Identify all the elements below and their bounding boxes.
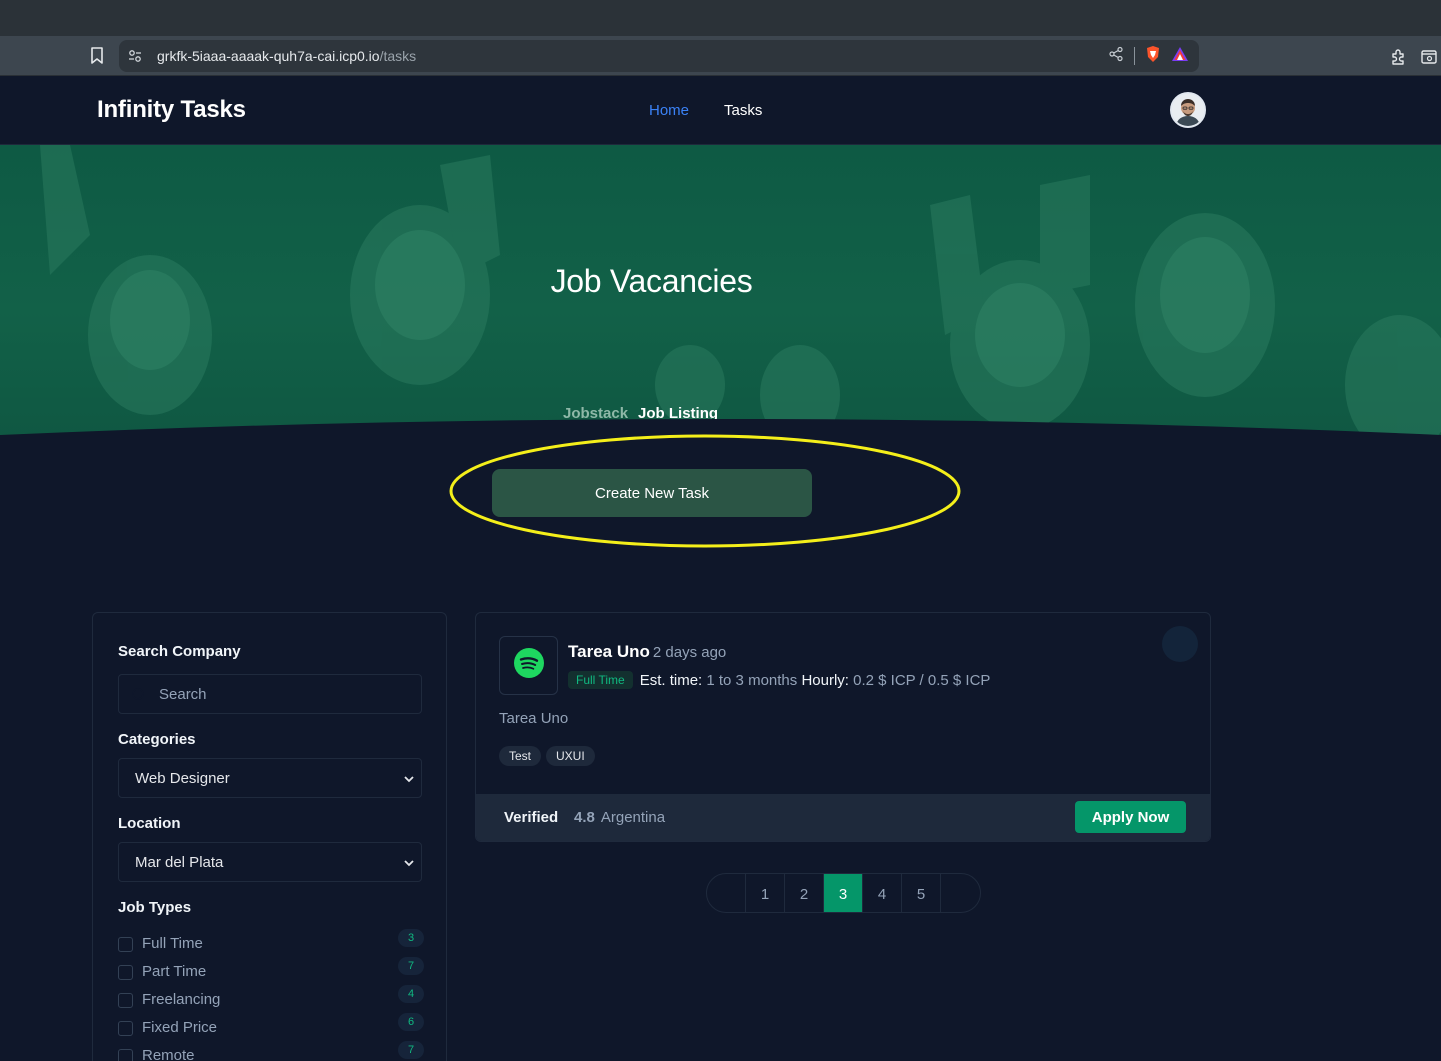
- job-type-checkbox[interactable]: [118, 965, 133, 980]
- chevron-down-icon: [403, 772, 415, 790]
- est-time-label: Est. time:: [639, 671, 703, 689]
- job-description: Tarea Uno: [499, 710, 569, 727]
- categories-label: Categories: [118, 731, 196, 748]
- hero-curve-divider: [0, 419, 1441, 447]
- pagination-page[interactable]: 4: [863, 874, 902, 912]
- browser-toolbar: grkfk-5iaaa-aaaak-quh7a-cai.icp0.io/task…: [0, 36, 1441, 76]
- job-type-badge: Full Time: [568, 671, 633, 689]
- job-type-count-badge: 7: [398, 957, 424, 975]
- job-meta: Full Time Est. time: 1 to 3 months Hourl…: [568, 671, 990, 689]
- brand-logo[interactable]: Infinity Tasks: [97, 96, 246, 124]
- nav-tasks-link[interactable]: Tasks: [724, 102, 762, 119]
- address-bar[interactable]: grkfk-5iaaa-aaaak-quh7a-cai.icp0.io/task…: [119, 40, 1199, 72]
- categories-select[interactable]: Web Designer: [118, 758, 422, 798]
- job-type-fixed-price[interactable]: Fixed Price 6: [118, 1013, 424, 1038]
- brave-shield-icon[interactable]: [1145, 45, 1161, 68]
- job-card: Tarea Uno 2 days ago Full Time Est. time:…: [475, 612, 1211, 842]
- location-label: Location: [118, 815, 181, 832]
- job-type-full-time[interactable]: Full Time 3: [118, 929, 424, 954]
- job-tag[interactable]: Test: [499, 746, 542, 766]
- pagination-next[interactable]: [941, 874, 980, 912]
- job-type-count-badge: 7: [398, 1041, 424, 1059]
- url-text: grkfk-5iaaa-aaaak-quh7a-cai.icp0.io/task…: [157, 48, 417, 64]
- job-title[interactable]: Tarea Uno 2 days ago: [568, 642, 726, 662]
- hourly-label: Hourly:: [801, 671, 849, 689]
- job-country: Argentina: [600, 809, 666, 826]
- job-type-checkbox[interactable]: [118, 993, 133, 1008]
- hero-banner: Job Vacancies Jobstack Job Listing: [0, 145, 1441, 447]
- reader-mode-icon[interactable]: [1418, 46, 1440, 68]
- job-types-label: Job Types: [118, 899, 192, 916]
- location-select[interactable]: Mar del Plata: [118, 842, 422, 882]
- job-tag[interactable]: UXUI: [546, 746, 595, 766]
- search-company-label: Search Company: [118, 643, 241, 660]
- nav-home-link[interactable]: Home: [649, 102, 689, 119]
- job-type-label: Part Time: [142, 963, 207, 980]
- job-card-footer: Verified 4.8 Argentina Apply Now: [476, 794, 1210, 841]
- est-time-value: 1 to 3 months: [706, 671, 798, 689]
- pagination-page[interactable]: 2: [785, 874, 824, 912]
- rating-value: 4.8: [574, 809, 595, 826]
- pagination-prev[interactable]: [707, 874, 746, 912]
- site-navbar: Infinity Tasks Home Tasks: [0, 77, 1441, 145]
- chevron-down-icon: [403, 856, 415, 874]
- job-type-label: Remote: [142, 1047, 195, 1061]
- categories-selected-value: Web Designer: [135, 770, 230, 787]
- verified-label: Verified: [504, 809, 559, 826]
- job-type-checkbox[interactable]: [118, 937, 133, 952]
- spotify-icon: [513, 647, 545, 684]
- job-type-remote[interactable]: Remote 7: [118, 1041, 424, 1061]
- job-posted-time: 2 days ago: [652, 644, 727, 661]
- os-top-bar: [0, 0, 1441, 36]
- bookmark-job-button[interactable]: [1162, 626, 1198, 662]
- pagination: 1 2 3 4 5: [706, 873, 981, 913]
- site-settings-icon[interactable]: [127, 48, 143, 64]
- pagination-page[interactable]: 5: [902, 874, 941, 912]
- location-selected-value: Mar del Plata: [135, 854, 224, 871]
- job-type-count-badge: 4: [398, 985, 424, 1003]
- user-avatar[interactable]: [1170, 92, 1206, 128]
- job-type-checkbox[interactable]: [118, 1021, 133, 1036]
- toolbar-divider: [1134, 47, 1135, 65]
- share-icon[interactable]: [1108, 46, 1124, 67]
- job-type-count-badge: 6: [398, 1013, 424, 1031]
- hourly-value: 0.2 $ ICP / 0.5 $ ICP: [853, 671, 991, 689]
- job-type-part-time[interactable]: Part Time 7: [118, 957, 424, 982]
- create-new-task-button[interactable]: Create New Task: [492, 469, 812, 517]
- job-type-label: Freelancing: [142, 991, 221, 1008]
- hero-title: Job Vacancies: [550, 263, 753, 299]
- brave-rewards-icon[interactable]: [1171, 46, 1189, 67]
- job-tags: Test UXUI: [499, 746, 595, 766]
- search-icon: [131, 687, 147, 708]
- apply-now-button[interactable]: Apply Now: [1075, 801, 1186, 833]
- filter-sidebar: Search Company Search Categories Web Des…: [92, 612, 447, 1061]
- job-title-text[interactable]: Tarea Uno: [568, 642, 650, 661]
- search-placeholder: Search: [159, 686, 207, 703]
- job-type-checkbox[interactable]: [118, 1049, 133, 1061]
- job-type-label: Fixed Price: [142, 1019, 218, 1036]
- company-logo: [499, 636, 558, 695]
- bookmark-icon[interactable]: [86, 44, 108, 68]
- pagination-page-current[interactable]: 3: [824, 874, 863, 912]
- extensions-icon[interactable]: [1388, 46, 1410, 68]
- job-rating-location: 4.8 Argentina: [574, 809, 665, 826]
- job-type-count-badge: 3: [398, 929, 424, 947]
- company-search-input[interactable]: Search: [118, 674, 422, 714]
- job-type-label: Full Time: [142, 935, 203, 952]
- pagination-page[interactable]: 1: [746, 874, 785, 912]
- job-type-freelancing[interactable]: Freelancing 4: [118, 985, 424, 1010]
